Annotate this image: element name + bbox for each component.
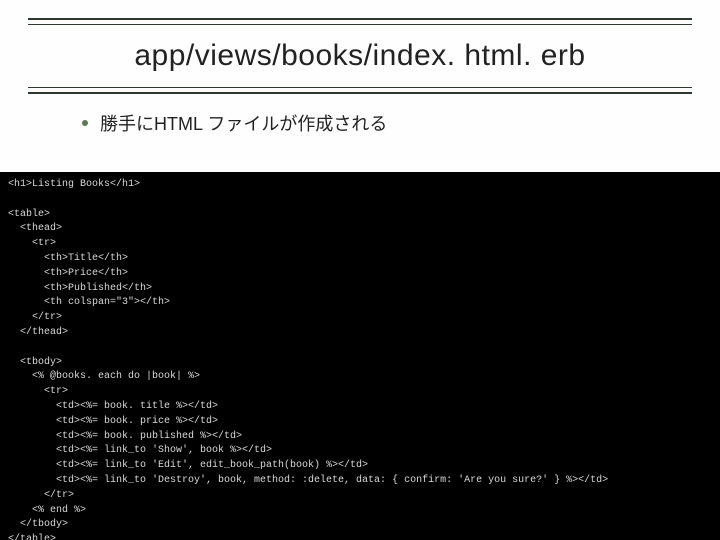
slide: app/views/books/index. html. erb 勝手にHTML…	[0, 0, 720, 540]
code-block: <h1>Listing Books</h1> <table> <thead> <…	[0, 172, 720, 540]
title-frame-outer: app/views/books/index. html. erb	[28, 18, 692, 94]
slide-title: app/views/books/index. html. erb	[34, 39, 686, 73]
title-frame-inner: app/views/books/index. html. erb	[28, 24, 692, 88]
bullet-icon	[82, 120, 88, 126]
bullet-row: 勝手にHTML ファイルが作成される	[28, 104, 692, 146]
bullet-text: 勝手にHTML ファイルが作成される	[100, 110, 387, 136]
